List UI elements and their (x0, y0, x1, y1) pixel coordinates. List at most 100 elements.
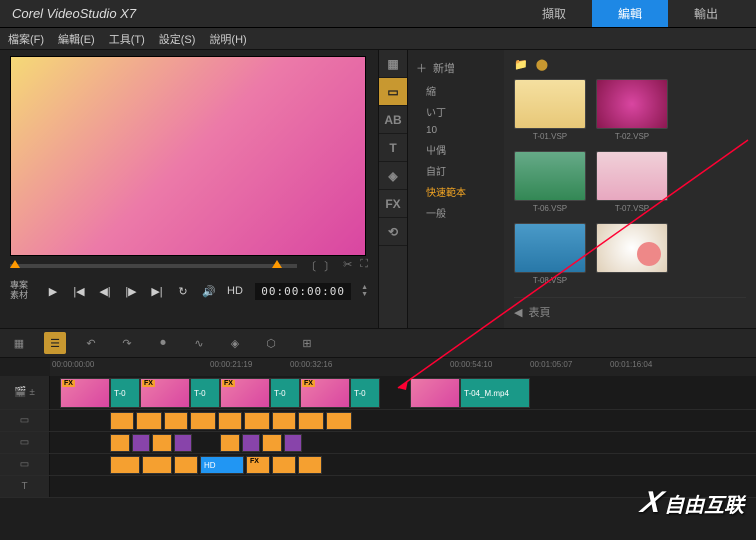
next-frame-button[interactable]: |▶ (122, 282, 140, 300)
clip[interactable] (110, 412, 134, 430)
preview-mode-label[interactable]: 專案 素材 (10, 281, 36, 301)
overlay-track-3-body[interactable]: HD FX (50, 454, 756, 475)
mark-in-icon[interactable]: 〔 (305, 258, 316, 274)
clip[interactable] (410, 378, 460, 408)
clip[interactable] (284, 434, 302, 452)
lib-item-general[interactable]: 一般 (408, 202, 504, 223)
go-start-button[interactable]: |◀ (70, 282, 88, 300)
sidetab-media[interactable]: ▦ (379, 50, 407, 78)
folder-icon[interactable]: 📁 (514, 58, 528, 71)
clip[interactable] (298, 456, 322, 474)
sidetab-fx[interactable]: FX (379, 190, 407, 218)
thumb-t01[interactable]: T-01.VSP (514, 79, 586, 141)
timecode-stepper[interactable]: ▲▼ (361, 284, 368, 298)
clip[interactable]: FX (220, 378, 270, 408)
clip[interactable] (190, 412, 216, 430)
disc-icon[interactable]: ⬤ (536, 58, 548, 71)
menu-tools[interactable]: 工具(T) (109, 31, 145, 47)
clip[interactable] (152, 434, 172, 452)
clip[interactable] (220, 434, 240, 452)
thumb-t07[interactable]: T-07.VSP (596, 151, 668, 213)
clip[interactable] (174, 456, 198, 474)
hd-button[interactable]: HD (226, 282, 244, 300)
redo-button[interactable]: ↷ (116, 332, 138, 354)
tab-capture[interactable]: 擷取 (516, 0, 592, 27)
overlay-track-1-head[interactable]: ▭ (0, 410, 50, 431)
lib-item-2[interactable]: い丁 (408, 101, 504, 122)
video-track-head[interactable]: 🎬 ± (0, 376, 50, 409)
library-add-button[interactable]: ＋新增 (408, 56, 504, 80)
clip[interactable] (142, 456, 172, 474)
timeline-ruler[interactable]: 00:00:00:00 00:00:21:19 00:00:32:16 00:0… (50, 358, 756, 376)
sidetab-path[interactable]: ◈ (379, 162, 407, 190)
sidetab-title[interactable]: T (379, 134, 407, 162)
prev-frame-button[interactable]: ◀| (96, 282, 114, 300)
clip[interactable]: FX (246, 456, 270, 474)
scrubber-start-handle[interactable] (10, 260, 20, 268)
lib-item-3[interactable]: 10 (408, 122, 504, 139)
go-end-button[interactable]: ▶| (148, 282, 166, 300)
undo-button[interactable]: ↶ (80, 332, 102, 354)
clip[interactable] (132, 434, 150, 452)
timecode-display[interactable]: 00:00:00:00 (255, 283, 351, 300)
repeat-button[interactable]: ↻ (174, 282, 192, 300)
mixer-button[interactable]: ∿ (188, 332, 210, 354)
thumb-t06[interactable]: T-06.VSP (514, 151, 586, 213)
timeline-view-button[interactable]: ☰ (44, 332, 66, 354)
tab-output[interactable]: 輸出 (668, 0, 744, 27)
clip[interactable] (272, 412, 296, 430)
clip[interactable] (262, 434, 282, 452)
clip[interactable] (242, 434, 260, 452)
chapter-button[interactable]: ⬡ (260, 332, 282, 354)
scrubber-track[interactable] (10, 264, 297, 268)
menu-file[interactable]: 檔案(F) (8, 31, 44, 47)
clip[interactable]: T-04_M.mp4 (460, 378, 530, 408)
sidetab-template[interactable]: ▭ (379, 78, 407, 106)
clip[interactable] (326, 412, 352, 430)
clip[interactable] (136, 412, 162, 430)
clip[interactable] (244, 412, 270, 430)
preview-canvas[interactable] (10, 56, 366, 256)
scrubber-end-handle[interactable] (272, 260, 282, 268)
play-button[interactable]: ▶ (44, 282, 62, 300)
clip[interactable] (110, 434, 130, 452)
cut-icon[interactable]: ✂ (343, 258, 352, 274)
clip[interactable]: FX (300, 378, 350, 408)
clip[interactable]: T-0 (190, 378, 220, 408)
thumb-t09[interactable] (596, 223, 668, 285)
lib-item-1[interactable]: 縮 (408, 80, 504, 101)
volume-button[interactable]: 🔊 (200, 282, 218, 300)
clip[interactable]: T-0 (110, 378, 140, 408)
clip[interactable]: T-0 (270, 378, 300, 408)
storyboard-view-button[interactable]: ▦ (8, 332, 30, 354)
scrubber[interactable]: 〔 〕 ✂ ⛶ (10, 256, 368, 276)
thumb-t02[interactable]: T-02.VSP (596, 79, 668, 141)
menu-edit[interactable]: 編輯(E) (58, 31, 95, 47)
marker-button[interactable]: ◈ (224, 332, 246, 354)
clip[interactable] (164, 412, 188, 430)
video-track-body[interactable]: FX T-0 FX T-0 FX T-0 FX T-0 T-04_M.mp4 (50, 376, 756, 409)
tab-edit[interactable]: 編輯 (592, 0, 668, 27)
sidetab-link[interactable]: ⟲ (379, 218, 407, 246)
clip[interactable] (272, 456, 296, 474)
clip[interactable]: FX (60, 378, 110, 408)
record-button[interactable]: ⏺ (152, 332, 174, 354)
clip[interactable] (174, 434, 192, 452)
lib-item-5[interactable]: 自訂 (408, 160, 504, 181)
overlay-track-2-head[interactable]: ▭ (0, 432, 50, 453)
chevron-left-icon[interactable]: ◀ (514, 306, 522, 319)
overlay-track-2-body[interactable] (50, 432, 756, 453)
clip[interactable] (218, 412, 242, 430)
lib-item-4[interactable]: 屮偶 (408, 139, 504, 160)
thumb-t08[interactable]: T-08.VSP (514, 223, 586, 285)
menu-help[interactable]: 說明(H) (209, 31, 246, 47)
sidetab-ab[interactable]: AB (379, 106, 407, 134)
overlay-track-1-body[interactable] (50, 410, 756, 431)
clip[interactable]: HD (200, 456, 244, 474)
overlay-track-3-head[interactable]: ▭ (0, 454, 50, 475)
clip[interactable]: FX (140, 378, 190, 408)
expand-icon[interactable]: ⛶ (360, 258, 368, 274)
clip[interactable]: T-0 (350, 378, 380, 408)
lib-item-quick-template[interactable]: 快速範本 (408, 181, 504, 202)
clip[interactable] (298, 412, 324, 430)
